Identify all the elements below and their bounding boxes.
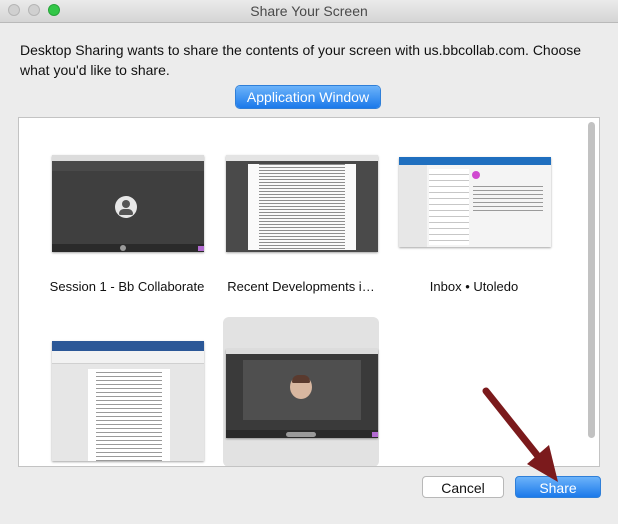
- title-bar: Share Your Screen: [0, 0, 618, 23]
- window-item-session[interactable]: Session 1 - Bb Collaborate: [49, 150, 205, 300]
- window-item-video[interactable]: [223, 317, 379, 466]
- window-thumbnail: [226, 155, 378, 252]
- window-title: Share Your Screen: [250, 3, 368, 19]
- window-label: Session 1 - Bb Collaborate: [49, 279, 205, 294]
- picker-scrollbar[interactable]: [588, 122, 595, 438]
- window-item-word[interactable]: [49, 317, 205, 466]
- window-item-inbox[interactable]: Inbox • Utoledo: [396, 150, 552, 300]
- window-picker: Session 1 - Bb Collaborate Recent Develo…: [18, 117, 600, 467]
- share-button[interactable]: Share: [515, 476, 601, 498]
- window-item-document[interactable]: Recent Developments i…: [223, 150, 379, 300]
- window-label: Inbox • Utoledo: [429, 279, 519, 294]
- window-thumbnail: [52, 341, 204, 461]
- window-thumbnail: [226, 349, 378, 438]
- window-thumbnail: [399, 157, 551, 247]
- window-thumbnail: [52, 155, 204, 252]
- application-window-button[interactable]: Application Window: [236, 86, 380, 108]
- window-label: Recent Developments i…: [227, 279, 375, 294]
- cancel-button[interactable]: Cancel: [422, 476, 504, 498]
- avatar-icon: [115, 196, 137, 218]
- share-prompt: Desktop Sharing wants to share the conte…: [20, 42, 582, 78]
- participant-video-icon: [290, 375, 312, 399]
